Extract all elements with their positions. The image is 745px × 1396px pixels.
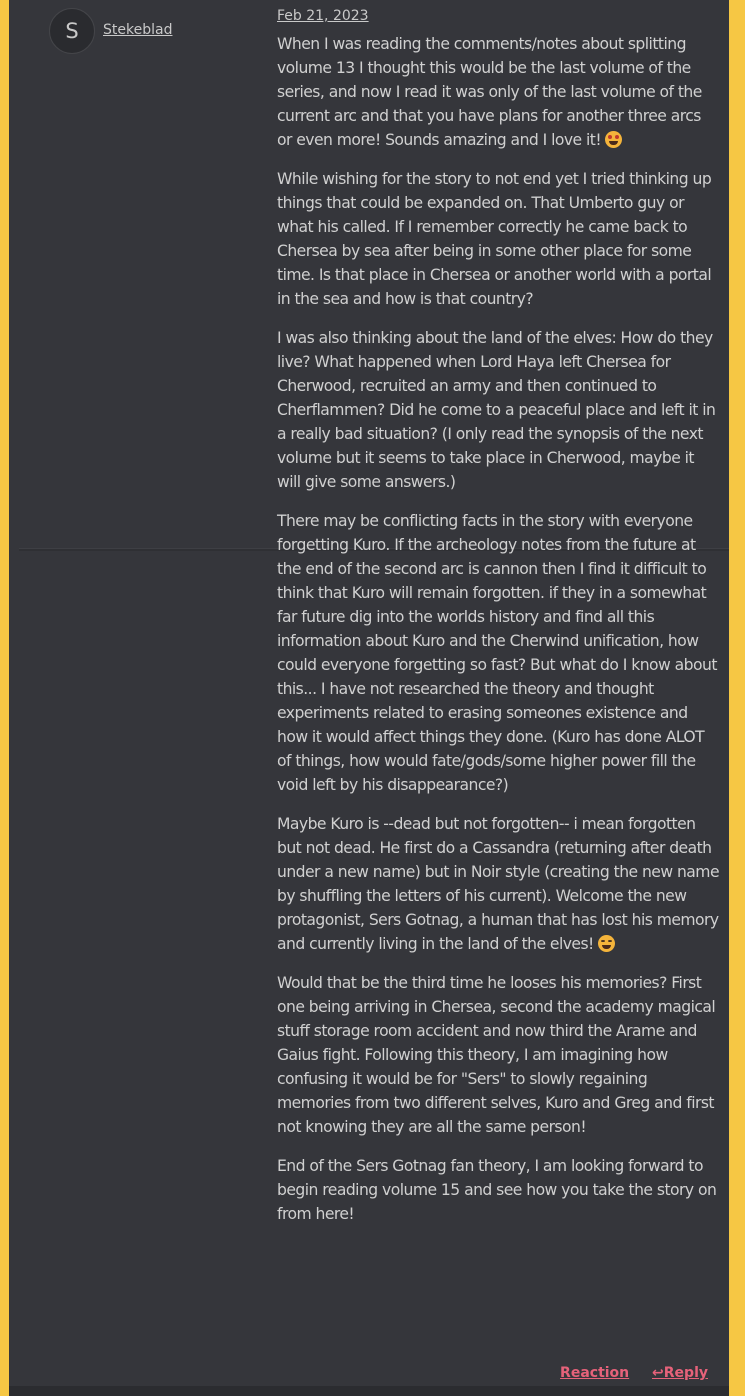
author-link[interactable]: Stekeblad xyxy=(103,22,172,38)
reply-arrow-icon: ↩ xyxy=(652,1365,664,1381)
comment-paragraph: Maybe Kuro is --dead but not forgotten--… xyxy=(277,815,720,953)
avatar[interactable]: S xyxy=(49,8,95,54)
comment-paragraph: When I was reading the comments/notes ab… xyxy=(277,35,702,149)
bottom-divider xyxy=(9,1386,729,1396)
comment-paragraph: I was also thinking about the land of th… xyxy=(277,329,716,491)
comment-paragraph: End of the Sers Gotnag fan theory, I am … xyxy=(277,1157,717,1223)
post-date-link[interactable]: Feb 21, 2023 xyxy=(277,8,369,24)
right-accent-bar xyxy=(729,0,745,1396)
comment-paragraph: There may be conflicting facts in the st… xyxy=(277,512,717,794)
reply-button[interactable]: ↩Reply xyxy=(652,1365,708,1381)
page-frame: S Stekeblad Feb 21, 2023 When I was read… xyxy=(0,0,745,1396)
comment-paragraph: While wishing for the story to not end y… xyxy=(277,170,712,308)
comment-actions: Reaction ↩Reply xyxy=(560,1365,708,1381)
comment-paragraph: Would that be the third time he looses h… xyxy=(277,974,716,1136)
grinning-squinting-emoji-icon xyxy=(598,935,616,952)
reaction-button[interactable]: Reaction xyxy=(560,1365,629,1381)
left-gutter xyxy=(9,0,19,1396)
left-accent-bar xyxy=(0,0,9,1396)
comment-body: When I was reading the comments/notes ab… xyxy=(277,32,720,1241)
star-struck-emoji-icon xyxy=(605,131,623,148)
reply-label: Reply xyxy=(663,1365,708,1381)
comment-panel: S Stekeblad Feb 21, 2023 When I was read… xyxy=(19,0,729,1386)
